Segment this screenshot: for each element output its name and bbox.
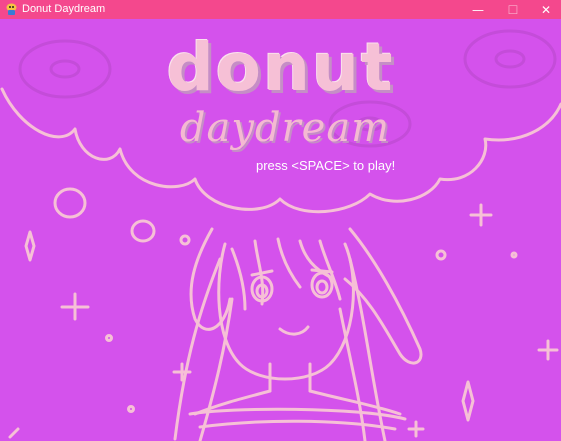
close-button[interactable]: ✕ bbox=[530, 0, 561, 19]
sparkle-diamond-right bbox=[461, 380, 475, 422]
sparkle-bottom bbox=[407, 420, 425, 438]
thought-bubble-medium bbox=[130, 219, 156, 243]
start-prompt: press <SPACE> to play! bbox=[256, 158, 396, 173]
sparkle-cross-far-right bbox=[537, 339, 559, 361]
sparkle-bottom-left bbox=[8, 427, 20, 439]
sparkle-left bbox=[24, 230, 36, 262]
dot-far-right bbox=[510, 251, 518, 259]
pygame-app-icon bbox=[6, 3, 17, 15]
maximize-button[interactable]: ☐ bbox=[497, 0, 529, 19]
window-titlebar[interactable]: Donut Daydream — ☐ ✕ bbox=[0, 0, 561, 19]
girl-character bbox=[173, 227, 423, 441]
game-title-daydream: daydream bbox=[179, 105, 391, 151]
sparkle-cross-left bbox=[60, 292, 90, 321]
thought-bubble-large bbox=[53, 187, 87, 219]
minimize-button[interactable]: — bbox=[462, 0, 494, 19]
sparkle-cross-right bbox=[469, 203, 493, 227]
game-canvas[interactable]: donut daydream press <SPACE> to play! bbox=[0, 19, 561, 441]
game-title-donut: donut bbox=[166, 29, 395, 106]
dot-right bbox=[435, 249, 447, 261]
window-title: Donut Daydream bbox=[22, 3, 106, 15]
thought-bubble-small bbox=[179, 234, 191, 246]
dot-bottom-left bbox=[127, 405, 135, 413]
dot-left bbox=[105, 334, 113, 342]
